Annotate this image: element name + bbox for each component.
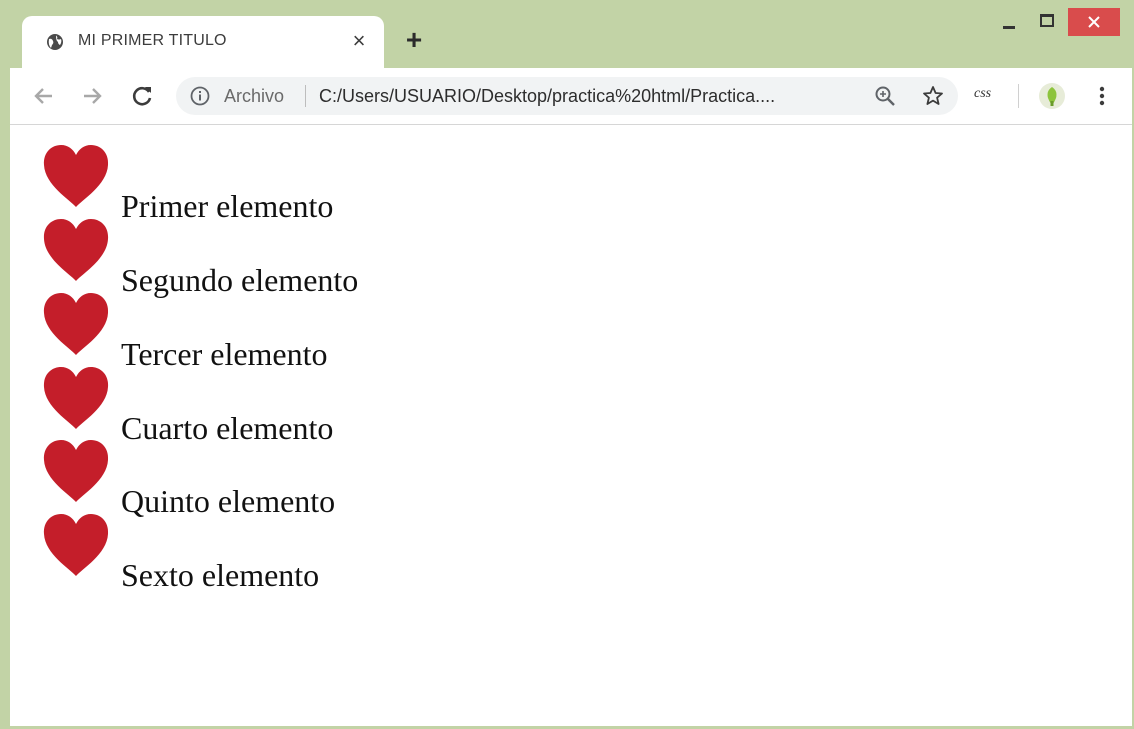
info-icon[interactable]	[190, 86, 210, 106]
maximize-button[interactable]	[1030, 8, 1060, 36]
maximize-icon	[1040, 14, 1054, 27]
back-arrow-icon[interactable]	[30, 82, 58, 110]
page-content: Primer elemento Segundo elemento Tercer …	[10, 125, 1132, 726]
heart-icon	[43, 145, 109, 207]
extension-icon[interactable]	[1038, 82, 1066, 110]
css-extension-button[interactable]: css	[974, 86, 991, 102]
heart-icon	[43, 367, 109, 429]
star-icon[interactable]	[921, 84, 945, 108]
zoom-icon[interactable]	[874, 85, 896, 107]
reload-icon[interactable]	[128, 82, 156, 110]
toolbar-divider	[1018, 84, 1019, 108]
globe-icon	[47, 34, 63, 50]
new-tab-button[interactable]: +	[402, 26, 426, 54]
tab-strip: MI PRIMER TITULO × +	[0, 0, 1134, 68]
url-text[interactable]: C:/Users/USUARIO/Desktop/practica%20html…	[319, 86, 775, 107]
list-item: Cuarto elemento	[42, 365, 462, 444]
scheme-label: Archivo	[224, 86, 285, 106]
list-item: Quinto elemento	[42, 438, 462, 517]
heart-icon	[43, 514, 109, 576]
tab-active[interactable]: MI PRIMER TITULO ×	[22, 16, 384, 68]
minimize-button[interactable]	[994, 8, 1024, 36]
forward-arrow-icon[interactable]	[78, 82, 106, 110]
list-item: Tercer elemento	[42, 291, 462, 370]
tab-title: MI PRIMER TITULO	[78, 32, 227, 49]
heart-icon	[43, 293, 109, 355]
heart-icon	[43, 219, 109, 281]
browser-window: MI PRIMER TITULO × + Archivo C:/Users/US…	[0, 0, 1134, 729]
list-item-label: Sexto elemento	[121, 557, 320, 593]
address-bar[interactable]: Archivo C:/Users/USUARIO/Desktop/practic…	[176, 77, 958, 115]
browser-toolbar: Archivo C:/Users/USUARIO/Desktop/practic…	[10, 68, 1132, 125]
close-icon	[1088, 16, 1100, 28]
tab-close-button[interactable]: ×	[348, 30, 370, 52]
more-menu-icon[interactable]	[1092, 84, 1112, 108]
address-divider	[305, 85, 306, 107]
heart-icon	[43, 440, 109, 502]
list-item: Primer elemento	[42, 143, 462, 222]
list-item: Segundo elemento	[42, 217, 462, 296]
list-item: Sexto elemento	[42, 512, 462, 591]
close-window-button[interactable]	[1068, 8, 1120, 36]
minimize-icon	[1003, 26, 1015, 29]
